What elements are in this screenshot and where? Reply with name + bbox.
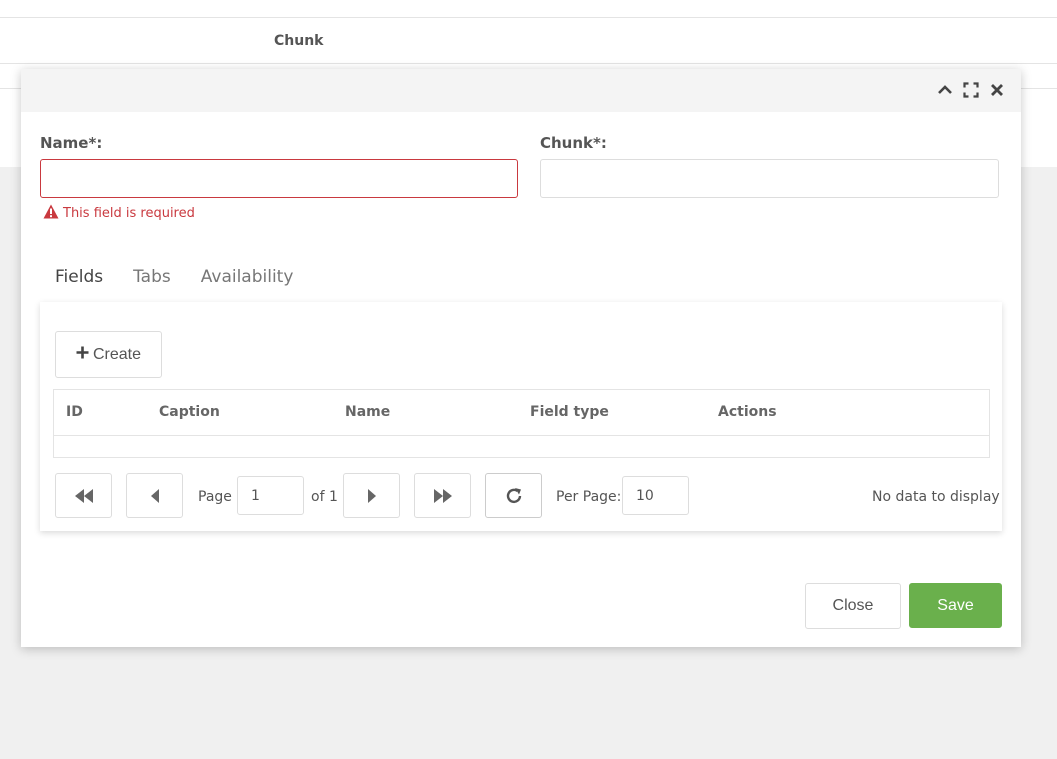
page-number-input[interactable] — [237, 476, 304, 515]
caret-right-icon — [367, 488, 376, 503]
grid-header: ID Caption Name Field type Actions — [54, 390, 989, 436]
save-button[interactable]: Save — [909, 583, 1002, 628]
background-column-header: Chunk — [274, 33, 324, 49]
collapse-icon[interactable] — [936, 81, 954, 99]
column-header-caption[interactable]: Caption — [159, 404, 220, 420]
page-count-label: of 1 — [311, 489, 338, 505]
column-header-id[interactable]: ID — [66, 404, 83, 420]
next-page-button[interactable] — [343, 473, 400, 518]
chunk-input[interactable] — [540, 159, 999, 198]
column-header-field-type[interactable]: Field type — [530, 404, 609, 420]
first-page-button[interactable] — [55, 473, 112, 518]
close-icon[interactable] — [988, 81, 1006, 99]
name-error: This field is required — [43, 204, 195, 223]
window-header — [21, 69, 1021, 112]
per-page-label: Per Page: — [556, 489, 622, 505]
page-label: Page — [198, 489, 232, 505]
double-right-icon — [433, 488, 452, 503]
close-button[interactable]: Close — [805, 583, 901, 629]
fields-grid: ID Caption Name Field type Actions — [53, 389, 990, 458]
column-header-name[interactable]: Name — [345, 404, 390, 420]
create-button[interactable]: Create — [55, 331, 162, 378]
column-header-actions[interactable]: Actions — [718, 404, 777, 420]
fields-panel: Create ID Caption Name Field type Action… — [40, 302, 1002, 531]
chunk-label: Chunk*: — [540, 134, 607, 152]
prev-page-button[interactable] — [126, 473, 183, 518]
refresh-icon — [506, 487, 521, 503]
double-left-icon — [74, 488, 93, 503]
window-tools — [936, 81, 1006, 99]
plus-icon — [76, 346, 89, 364]
chunk-editor-window: Name*: This field is required Chunk*: Fi… — [21, 69, 1021, 647]
name-error-text: This field is required — [63, 206, 195, 221]
per-page-input[interactable] — [622, 476, 689, 515]
warning-icon — [43, 204, 59, 223]
tab-availability[interactable]: Availability — [201, 267, 294, 287]
create-button-label: Create — [92, 345, 142, 363]
maximize-icon[interactable] — [962, 81, 980, 99]
tab-bar: Fields Tabs Availability — [55, 267, 293, 287]
caret-left-icon — [150, 488, 159, 503]
background-row-divider — [0, 17, 1057, 18]
paging-status: No data to display — [872, 489, 1000, 505]
background-row-divider — [0, 63, 1057, 64]
last-page-button[interactable] — [414, 473, 471, 518]
refresh-button[interactable] — [485, 473, 542, 518]
tab-tabs[interactable]: Tabs — [133, 267, 171, 287]
tab-fields[interactable]: Fields — [55, 267, 103, 287]
name-input[interactable] — [40, 159, 518, 198]
name-label: Name*: — [40, 134, 103, 152]
